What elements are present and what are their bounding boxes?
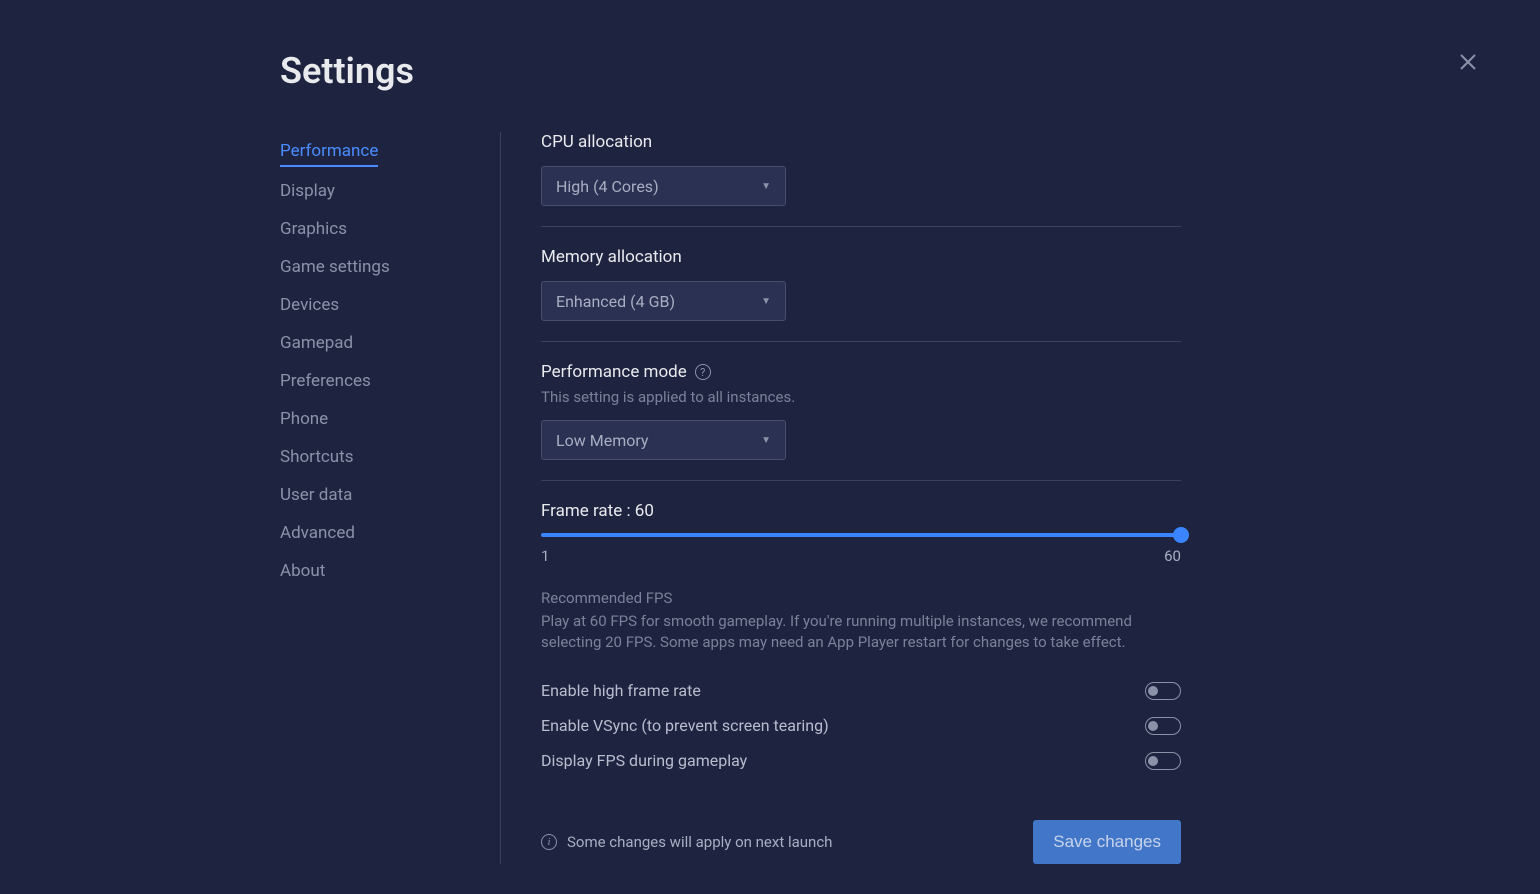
- sidebar-item-devices[interactable]: Devices: [280, 286, 480, 324]
- cpu-allocation-label: CPU allocation: [541, 132, 1181, 152]
- memory-allocation-label: Memory allocation: [541, 247, 1181, 267]
- page-title: Settings: [280, 50, 1260, 92]
- vsync-label: Enable VSync (to prevent screen tearing): [541, 716, 829, 735]
- sidebar-item-user-data[interactable]: User data: [280, 476, 480, 514]
- sidebar-item-phone[interactable]: Phone: [280, 400, 480, 438]
- sidebar-item-graphics[interactable]: Graphics: [280, 210, 480, 248]
- chevron-down-icon: ▼: [761, 435, 771, 446]
- performance-mode-sublabel: This setting is applied to all instances…: [541, 388, 1181, 406]
- footer-note-text: Some changes will apply on next launch: [567, 833, 832, 851]
- toggle-knob: [1148, 686, 1158, 696]
- cpu-allocation-value: High (4 Cores): [556, 177, 659, 196]
- high-frame-rate-toggle[interactable]: [1145, 682, 1181, 700]
- info-icon: i: [541, 834, 557, 850]
- slider-max: 60: [1164, 547, 1181, 565]
- sidebar: Performance Display Graphics Game settin…: [280, 132, 500, 864]
- sidebar-item-shortcuts[interactable]: Shortcuts: [280, 438, 480, 476]
- performance-mode-label: Performance mode ?: [541, 362, 1181, 382]
- close-icon: [1456, 50, 1480, 74]
- frame-rate-slider[interactable]: [541, 533, 1181, 537]
- vsync-toggle[interactable]: [1145, 717, 1181, 735]
- memory-allocation-value: Enhanced (4 GB): [556, 292, 675, 311]
- divider: [500, 132, 501, 864]
- footer-note: i Some changes will apply on next launch: [541, 833, 832, 851]
- display-fps-label: Display FPS during gameplay: [541, 751, 747, 770]
- slider-min: 1: [541, 547, 549, 565]
- main-content: CPU allocation High (4 Cores) ▼ Memory a…: [541, 132, 1181, 864]
- help-icon[interactable]: ?: [695, 364, 711, 380]
- display-fps-toggle[interactable]: [1145, 752, 1181, 770]
- performance-mode-value: Low Memory: [556, 431, 648, 450]
- chevron-down-icon: ▼: [761, 181, 771, 192]
- performance-mode-dropdown[interactable]: Low Memory ▼: [541, 420, 786, 460]
- sidebar-item-gamepad[interactable]: Gamepad: [280, 324, 480, 362]
- recommended-fps-desc: Play at 60 FPS for smooth gameplay. If y…: [541, 611, 1181, 653]
- save-changes-button[interactable]: Save changes: [1033, 820, 1181, 864]
- performance-mode-label-text: Performance mode: [541, 362, 687, 382]
- sidebar-item-preferences[interactable]: Preferences: [280, 362, 480, 400]
- recommended-fps-title: Recommended FPS: [541, 589, 1181, 607]
- sidebar-item-performance[interactable]: Performance: [280, 132, 378, 167]
- close-button[interactable]: [1456, 50, 1480, 74]
- sidebar-item-game-settings[interactable]: Game settings: [280, 248, 480, 286]
- toggle-knob: [1148, 721, 1158, 731]
- high-frame-rate-label: Enable high frame rate: [541, 681, 701, 700]
- toggle-knob: [1148, 756, 1158, 766]
- sidebar-item-advanced[interactable]: Advanced: [280, 514, 480, 552]
- cpu-allocation-dropdown[interactable]: High (4 Cores) ▼: [541, 166, 786, 206]
- sidebar-item-display[interactable]: Display: [280, 172, 480, 210]
- chevron-down-icon: ▼: [761, 296, 771, 307]
- frame-rate-label: Frame rate : 60: [541, 501, 1181, 521]
- memory-allocation-dropdown[interactable]: Enhanced (4 GB) ▼: [541, 281, 786, 321]
- sidebar-item-about[interactable]: About: [280, 552, 480, 590]
- slider-thumb[interactable]: [1173, 527, 1189, 543]
